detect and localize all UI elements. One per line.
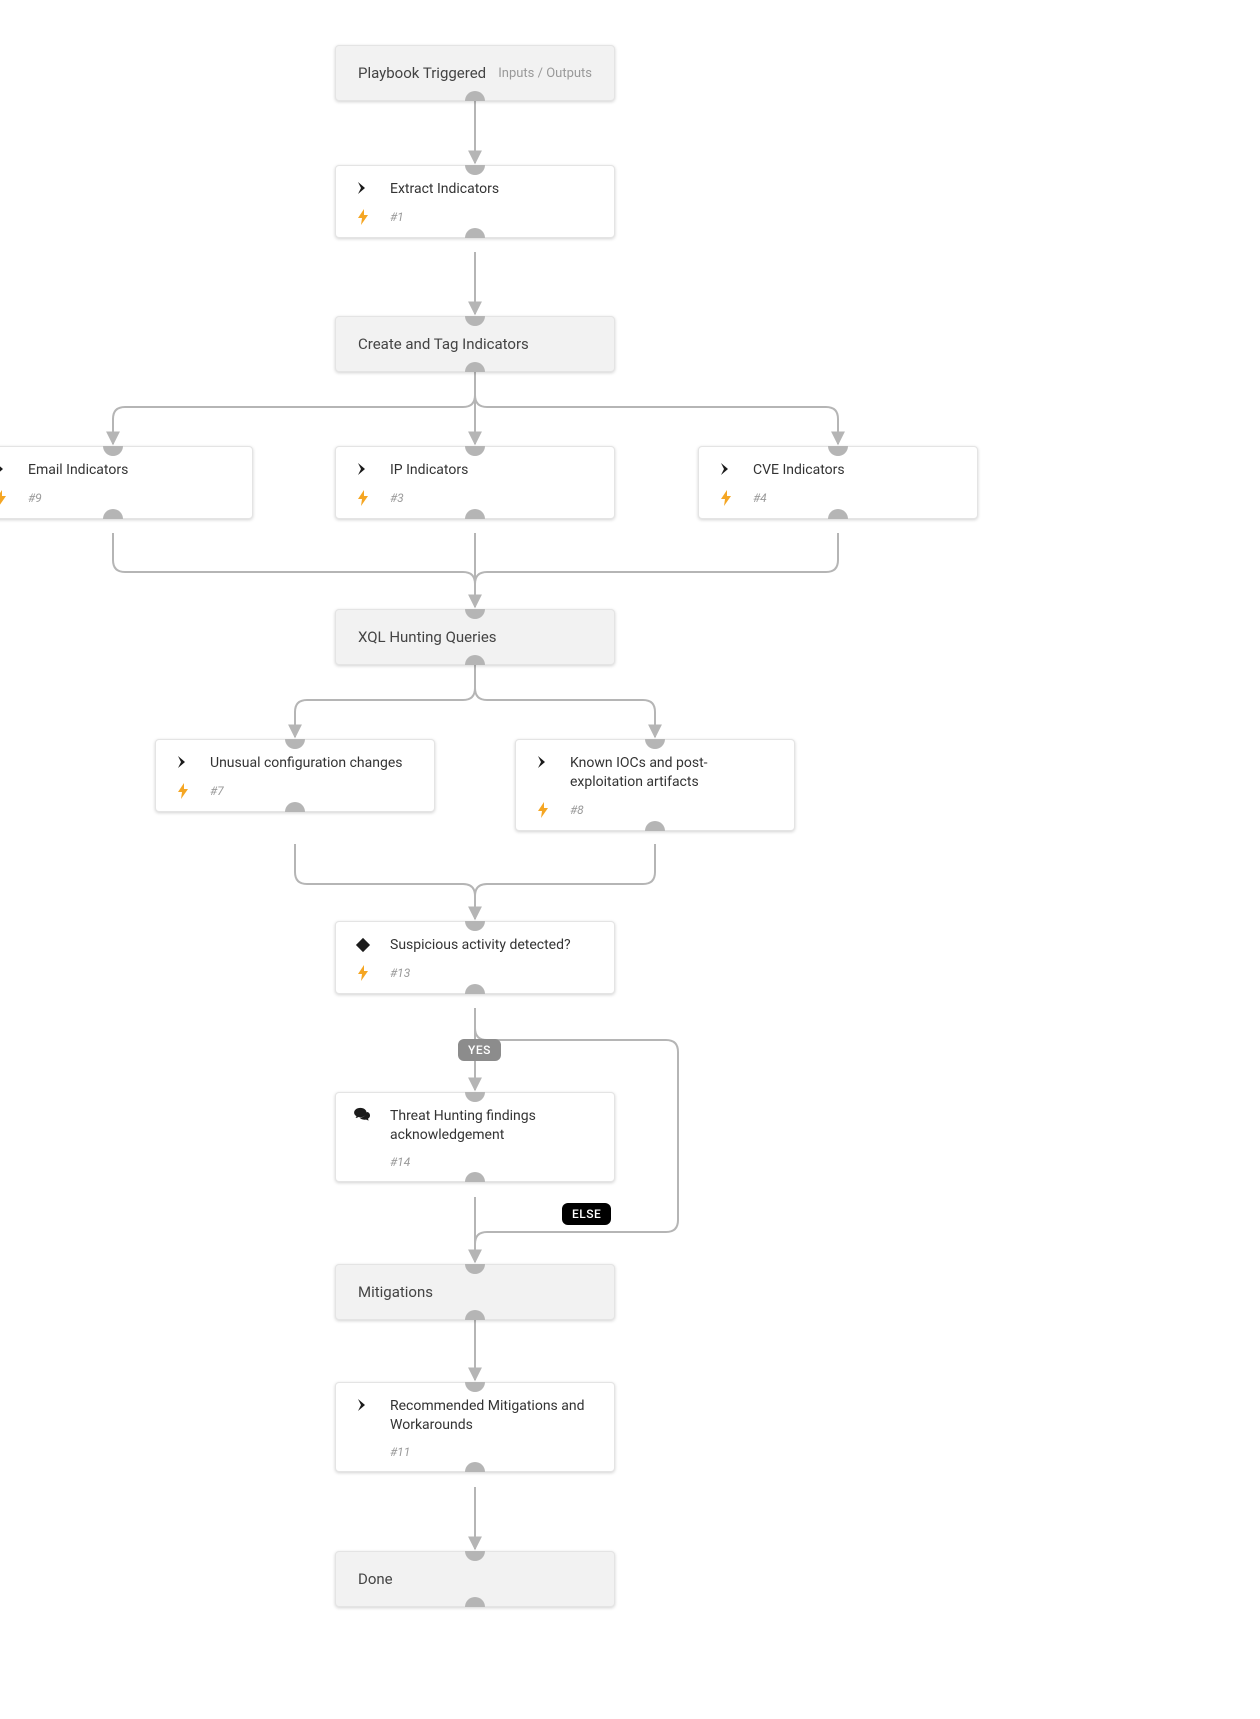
port-icon <box>465 1264 485 1274</box>
chevron-icon <box>717 461 735 477</box>
port-icon <box>828 446 848 456</box>
node-recommended-mitigations[interactable]: Recommended Mitigations and Workarounds … <box>335 1382 615 1472</box>
bolt-icon <box>717 490 735 506</box>
node-mitigations[interactable]: Mitigations <box>335 1264 615 1320</box>
chevron-icon <box>534 754 552 770</box>
port-icon <box>285 739 305 749</box>
node-number: #13 <box>390 966 410 980</box>
port-icon <box>465 1310 485 1320</box>
node-suspicious-activity[interactable]: Suspicious activity detected? #13 <box>335 921 615 994</box>
node-title: CVE Indicators <box>753 461 845 480</box>
node-xql-hunting-queries[interactable]: XQL Hunting Queries <box>335 609 615 665</box>
port-icon <box>465 984 485 994</box>
node-done[interactable]: Done <box>335 1551 615 1607</box>
bolt-icon <box>0 490 10 506</box>
port-icon <box>465 165 485 175</box>
port-icon <box>465 91 485 101</box>
node-title: Email Indicators <box>28 461 128 480</box>
chevron-icon <box>354 461 372 477</box>
port-icon <box>465 362 485 372</box>
node-title: IP Indicators <box>390 461 468 480</box>
node-number: #4 <box>753 491 767 505</box>
node-number: #7 <box>210 784 224 798</box>
port-icon <box>465 1597 485 1607</box>
port-icon <box>465 1382 485 1392</box>
playbook-flow-canvas: Playbook Triggered Inputs / Outputs Extr… <box>0 0 1260 1719</box>
port-icon <box>103 446 123 456</box>
port-icon <box>465 921 485 931</box>
port-icon <box>465 446 485 456</box>
port-icon <box>103 509 123 519</box>
node-known-iocs[interactable]: Known IOCs and post-exploitation artifac… <box>515 739 795 831</box>
node-playbook-triggered[interactable]: Playbook Triggered Inputs / Outputs <box>335 45 615 101</box>
bolt-icon <box>354 965 372 981</box>
node-number: #14 <box>390 1155 410 1169</box>
node-threat-findings-ack[interactable]: Threat Hunting findings acknowledgement … <box>335 1092 615 1182</box>
branch-badge-else: ELSE <box>562 1203 611 1225</box>
port-icon <box>285 802 305 812</box>
branch-badge-yes: YES <box>458 1039 501 1061</box>
port-icon <box>465 1092 485 1102</box>
node-unusual-config-changes[interactable]: Unusual configuration changes #7 <box>155 739 435 812</box>
bolt-icon <box>174 783 192 799</box>
node-title: Mitigations <box>358 1283 433 1301</box>
chevron-icon <box>174 754 192 770</box>
node-title: Threat Hunting findings acknowledgement <box>390 1107 596 1145</box>
node-extract-indicators[interactable]: Extract Indicators #1 <box>335 165 615 238</box>
node-title: Unusual configuration changes <box>210 754 403 773</box>
port-icon <box>465 316 485 326</box>
node-number: #1 <box>390 210 404 224</box>
chevron-icon <box>354 1397 372 1413</box>
port-icon <box>465 655 485 665</box>
node-ip-indicators[interactable]: IP Indicators #3 <box>335 446 615 519</box>
node-title: Done <box>358 1570 393 1588</box>
chevron-icon <box>0 461 10 477</box>
port-icon <box>465 609 485 619</box>
node-subtext: Inputs / Outputs <box>498 66 592 81</box>
port-icon <box>645 739 665 749</box>
node-title: XQL Hunting Queries <box>358 628 497 646</box>
port-icon <box>645 821 665 831</box>
port-icon <box>465 1462 485 1472</box>
node-title: Suspicious activity detected? <box>390 936 571 955</box>
node-title: Known IOCs and post-exploitation artifac… <box>570 754 776 792</box>
chevron-icon <box>354 180 372 196</box>
bolt-icon <box>354 490 372 506</box>
bolt-icon <box>534 802 552 818</box>
port-icon <box>465 228 485 238</box>
connectors-layer <box>0 0 1260 1719</box>
bolt-icon <box>354 209 372 225</box>
node-create-and-tag[interactable]: Create and Tag Indicators <box>335 316 615 372</box>
node-number: #3 <box>390 491 404 505</box>
chat-icon <box>354 1107 372 1123</box>
node-title: Recommended Mitigations and Workarounds <box>390 1397 596 1435</box>
diamond-icon <box>354 936 372 954</box>
node-title: Playbook Triggered <box>358 64 486 82</box>
node-number: #9 <box>28 491 42 505</box>
node-number: #11 <box>390 1445 410 1459</box>
port-icon <box>465 1172 485 1182</box>
port-icon <box>465 509 485 519</box>
node-cve-indicators[interactable]: CVE Indicators #4 <box>698 446 978 519</box>
port-icon <box>828 509 848 519</box>
node-title: Extract Indicators <box>390 180 499 199</box>
node-title: Create and Tag Indicators <box>358 335 529 353</box>
port-icon <box>465 1551 485 1561</box>
node-email-indicators[interactable]: Email Indicators #9 <box>0 446 253 519</box>
node-number: #8 <box>570 803 584 817</box>
